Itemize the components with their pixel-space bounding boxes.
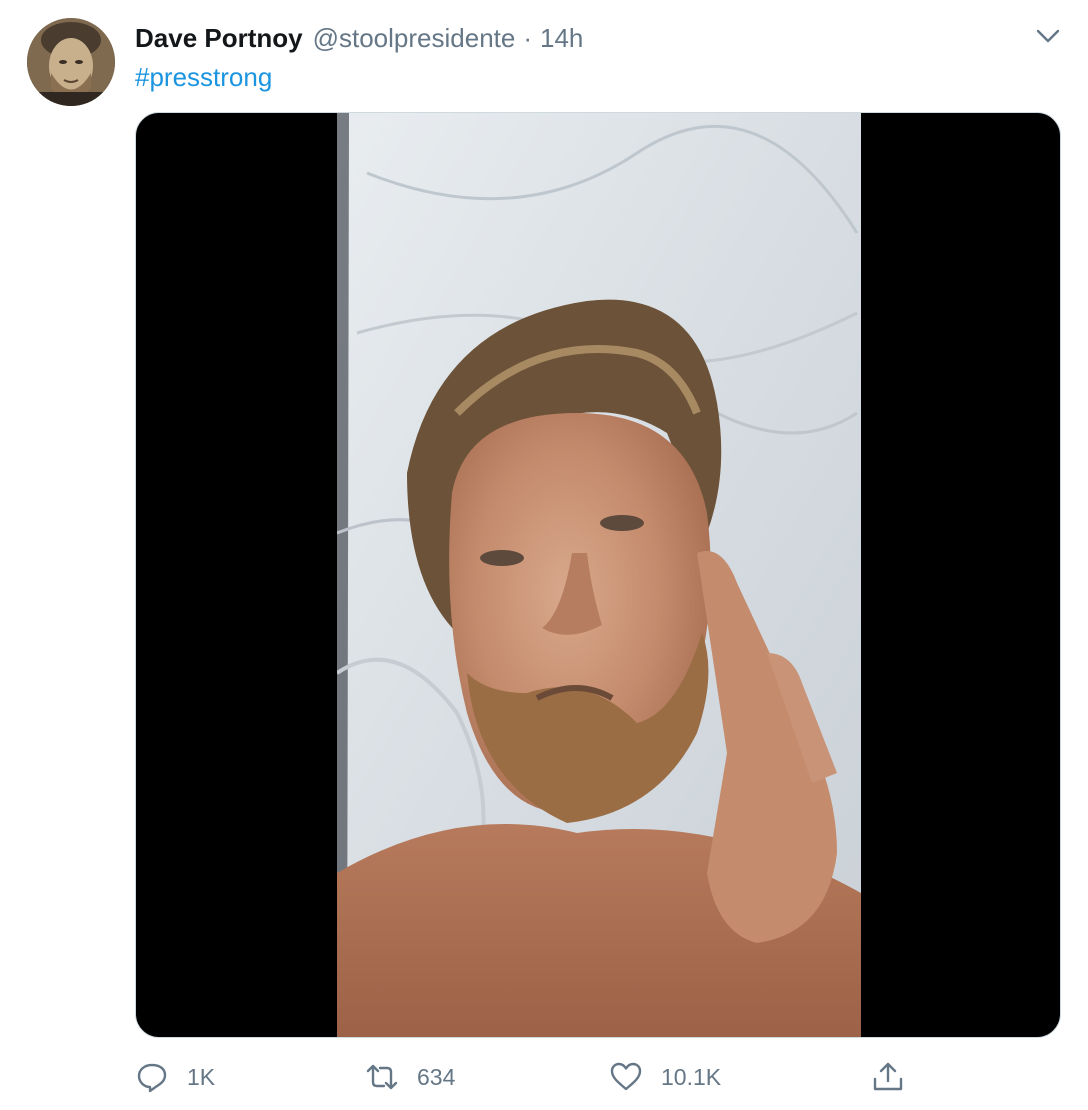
hashtag-link[interactable]: #presstrong (135, 62, 272, 92)
like-count: 10.1K (661, 1063, 722, 1090)
video-thumbnail (337, 113, 861, 1037)
heart-icon (609, 1060, 643, 1094)
retweet-count: 634 (417, 1063, 456, 1090)
like-button[interactable]: 10.1K (609, 1055, 721, 1099)
reply-icon (135, 1060, 169, 1094)
tweet-header: Dave Portnoy @stoolpresidente · 14h (135, 22, 583, 54)
more-menu-button[interactable] (1030, 22, 1066, 50)
timestamp[interactable]: 14h (540, 22, 583, 54)
tweet-actions: 1K 634 10.1K (135, 1055, 1061, 1099)
tweet-card[interactable]: Dave Portnoy @stoolpresidente · 14h #pre… (0, 0, 1088, 1110)
share-icon (871, 1060, 905, 1094)
tweet-text: #presstrong (135, 60, 272, 94)
video-player[interactable] (135, 112, 1061, 1038)
user-handle[interactable]: @stoolpresidente (313, 22, 516, 54)
video-frame-image (337, 113, 861, 1037)
retweet-button[interactable]: 634 (365, 1055, 455, 1099)
reply-count: 1K (187, 1063, 216, 1090)
separator-dot: · (523, 23, 533, 53)
share-button[interactable] (871, 1055, 905, 1099)
retweet-icon (365, 1060, 399, 1094)
display-name[interactable]: Dave Portnoy (135, 22, 303, 54)
profile-photo (27, 18, 115, 106)
chevron-down-icon (1036, 29, 1060, 43)
reply-button[interactable]: 1K (135, 1055, 215, 1099)
avatar[interactable] (27, 18, 115, 106)
